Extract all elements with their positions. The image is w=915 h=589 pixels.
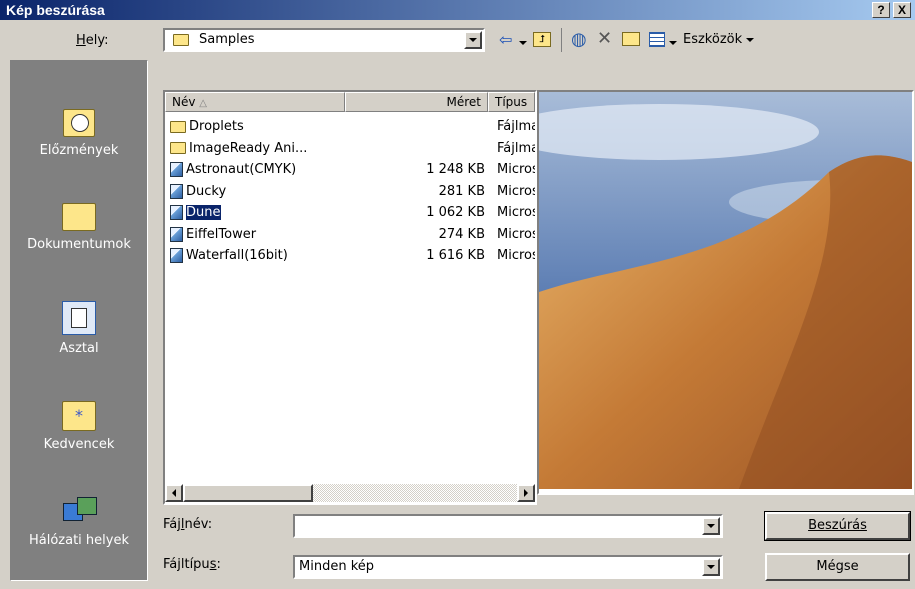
chevron-down-icon <box>746 37 755 42</box>
file-row[interactable]: Dune 1 062 KB Microsoft <box>170 202 535 223</box>
place-label: Előzmények <box>39 143 119 158</box>
chevron-down-icon <box>469 38 477 42</box>
filetype-label: Fájltípus: <box>163 557 221 572</box>
place-documents[interactable]: Dokumentumok <box>11 203 147 252</box>
place-favorites[interactable]: * Kedvencek <box>11 401 147 452</box>
place-network[interactable]: Hálózati helyek <box>11 497 147 548</box>
file-size: 1 616 KB <box>426 248 485 263</box>
file-type: Microsoft <box>497 248 535 263</box>
file-name: Waterfall(16bit) <box>186 248 288 263</box>
desktop-icon <box>62 301 96 335</box>
file-row[interactable]: Droplets Fájlmappa <box>170 116 535 137</box>
place-history[interactable]: Előzmények <box>11 109 147 158</box>
file-type: Microsoft <box>497 226 535 242</box>
column-header-type[interactable]: Típus <box>488 92 535 112</box>
scroll-left-button[interactable] <box>165 484 183 502</box>
file-type: Microsoft <box>497 162 535 177</box>
file-row[interactable]: ImageReady Ani... Fájlmappa <box>170 138 535 159</box>
file-size: 274 KB <box>438 226 485 242</box>
column-header-name[interactable]: Név △ <box>165 92 345 112</box>
file-type: Microsoft <box>497 205 535 220</box>
web-search-icon[interactable]: ◍ <box>571 29 587 50</box>
file-size: 1 248 KB <box>426 162 485 177</box>
file-name: EiffelTower <box>186 226 257 242</box>
image-file-icon <box>170 183 183 199</box>
folder-icon <box>170 120 186 133</box>
place-label: Hálózati helyek <box>28 533 129 548</box>
file-name: Ducky <box>186 183 227 199</box>
delete-icon[interactable]: ✕ <box>597 28 612 49</box>
filename-dropdown-button[interactable] <box>702 517 720 535</box>
chevron-down-icon <box>669 41 677 45</box>
filename-label: Fájlnév: <box>163 517 213 532</box>
scroll-right-button[interactable] <box>517 484 535 502</box>
preview-pane <box>537 90 914 495</box>
file-name: ImageReady Ani... <box>189 140 308 156</box>
file-size: 1 062 KB <box>426 205 485 220</box>
back-arrow-icon[interactable]: ⇦ <box>499 30 512 49</box>
filetype-dropdown-button[interactable] <box>702 558 720 576</box>
file-row[interactable]: Astronaut(CMYK) 1 248 KB Microsoft <box>170 159 535 180</box>
folder-icon <box>173 34 189 46</box>
file-name: Dune <box>185 204 222 221</box>
sort-ascending-icon: △ <box>199 98 207 109</box>
image-file-icon <box>170 205 183 220</box>
place-label: Dokumentumok <box>27 237 131 252</box>
location-dropdown-button[interactable] <box>464 31 482 49</box>
file-row[interactable]: Ducky 281 KB Microsoft <box>170 181 535 202</box>
file-row[interactable]: EiffelTower 274 KB Microsoft <box>170 224 535 245</box>
help-button[interactable]: ? <box>872 2 890 18</box>
filetype-value: Minden kép <box>299 559 375 574</box>
location-combo[interactable]: Samples <box>163 28 485 52</box>
toolbar: ⇦ ⮥ ◍ ✕ Eszközök <box>497 28 842 52</box>
chevron-right-icon <box>524 489 528 497</box>
new-folder-icon[interactable] <box>622 32 640 46</box>
image-file-icon <box>170 248 183 263</box>
favorites-folder-icon: * <box>62 401 96 431</box>
cancel-button[interactable]: Mégse <box>765 553 910 581</box>
history-icon <box>63 109 95 137</box>
views-icon[interactable] <box>649 32 665 47</box>
location-value: Samples <box>199 32 255 47</box>
tools-label: Eszközök <box>683 32 743 47</box>
chevron-down-icon <box>707 565 715 569</box>
filename-combo[interactable] <box>293 514 723 538</box>
column-header-size[interactable]: Méret <box>345 92 488 112</box>
places-bar: Előzmények Dokumentumok Asztal * Kedvenc… <box>10 60 148 581</box>
file-type: Fájlmappa <box>497 119 535 134</box>
place-label: Kedvencek <box>43 437 115 452</box>
file-type: Fájlmappa <box>497 140 535 156</box>
filetype-combo[interactable]: Minden kép <box>293 555 723 579</box>
network-places-icon <box>63 497 97 527</box>
file-size: 281 KB <box>438 183 485 199</box>
place-desktop[interactable]: Asztal <box>11 301 147 356</box>
file-name: Astronaut(CMYK) <box>186 162 297 177</box>
title-bar <box>0 0 915 20</box>
location-label: Hely: <box>76 33 109 48</box>
scrollbar-thumb[interactable] <box>183 484 313 502</box>
window-title: Kép beszúrása <box>6 2 105 18</box>
file-row[interactable]: Waterfall(16bit) 1 616 KB Microsoft <box>170 245 535 266</box>
file-type: Microsoft <box>497 183 535 199</box>
chevron-down-icon <box>707 524 715 528</box>
image-file-icon <box>170 226 183 242</box>
up-folder-icon[interactable]: ⮥ <box>533 32 551 47</box>
tools-menu[interactable]: Eszközök <box>683 32 755 47</box>
insert-button[interactable]: Beszúrás <box>764 511 911 541</box>
documents-folder-icon <box>62 203 96 231</box>
chevron-down-icon <box>519 41 527 45</box>
close-button[interactable]: X <box>893 2 911 18</box>
image-file-icon <box>170 162 183 177</box>
chevron-left-icon <box>172 489 176 497</box>
horizontal-scrollbar[interactable] <box>165 484 535 502</box>
place-label: Asztal <box>59 341 99 356</box>
file-name: Droplets <box>189 119 244 134</box>
folder-icon <box>170 142 186 154</box>
preview-image <box>539 92 912 489</box>
